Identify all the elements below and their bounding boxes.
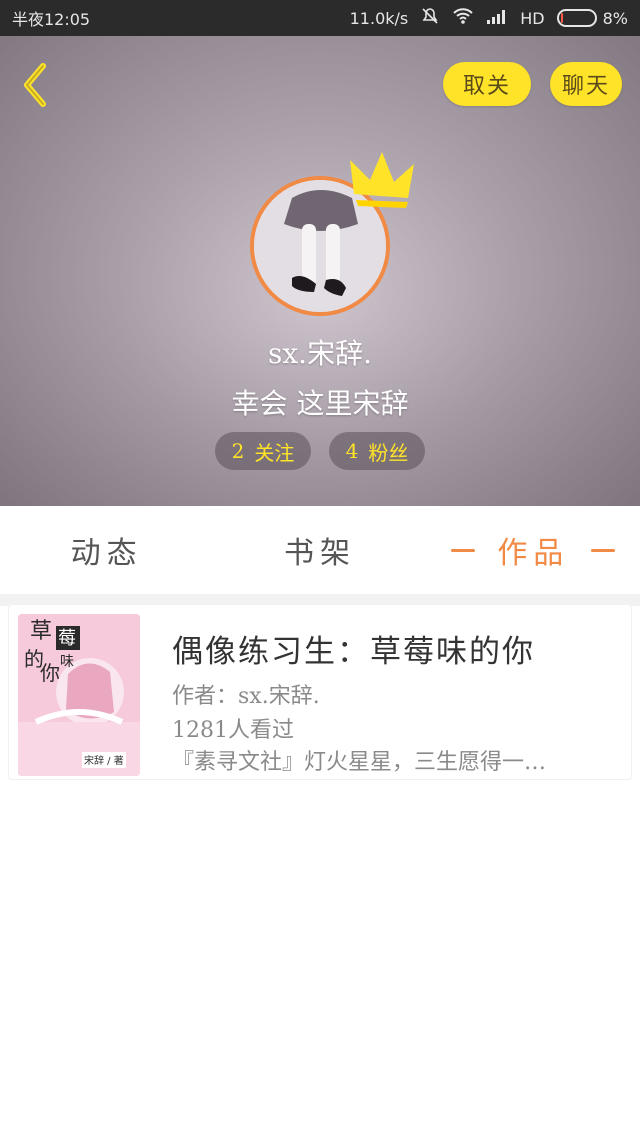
status-left: 半夜12:05 — [12, 6, 90, 30]
avatar-wrap — [250, 152, 414, 316]
battery-percent: 8% — [602, 8, 628, 28]
chat-button[interactable]: 聊天 — [550, 62, 622, 106]
status-time: 半夜12:05 — [12, 10, 91, 29]
profile-header: 取关 聊天 sx.宋辞. 幸会 这里宋辞 2 关注 4 粉丝 — [0, 36, 640, 506]
book-reads: 1281人看过 — [172, 718, 294, 743]
status-bar: 半夜12:05 11.0k/s HD 8% — [0, 0, 640, 36]
back-button[interactable] — [14, 58, 54, 112]
tab-indicator-left — [451, 548, 476, 552]
book-author: 作者：sx.宋辞. — [172, 684, 320, 709]
following-label: 关注 — [254, 440, 295, 465]
signal-icon — [486, 8, 508, 28]
book-cover: 草 莓 味 的 你 宋辞 / 著 — [18, 614, 140, 776]
tab-activity[interactable]: 动态 — [0, 528, 213, 572]
following-count: 2 — [231, 439, 245, 463]
followers-label: 粉丝 — [368, 440, 409, 465]
book-card[interactable]: 草 莓 味 的 你 宋辞 / 著 偶像练习生：草莓味的你 作者：sx.宋辞. 1… — [8, 604, 632, 780]
battery-level — [560, 13, 564, 23]
followers-pill[interactable]: 4 粉丝 — [329, 432, 425, 470]
mute-icon — [420, 6, 440, 30]
cover-badge: 宋辞 / 著 — [84, 754, 124, 767]
bio: 幸会 这里宋辞 — [231, 387, 409, 420]
network-speed: 11.0k/s — [349, 8, 409, 28]
following-pill[interactable]: 2 关注 — [215, 432, 311, 470]
book-description: 『素寻文社』灯火星星，三生愿得一… — [172, 750, 547, 775]
tab-works-label: 作品 — [497, 536, 570, 571]
cover-char-2: 莓 — [58, 628, 76, 649]
tab-bookshelf[interactable]: 书架 — [213, 528, 426, 572]
username: sx.宋辞. — [268, 337, 372, 370]
cover-char-1: 草 — [30, 619, 52, 644]
cover-char-3: 味 — [60, 654, 74, 670]
tab-works[interactable]: 作品 — [427, 528, 640, 572]
content: 草 莓 味 的 你 宋辞 / 著 偶像练习生：草莓味的你 作者：sx.宋辞. 1… — [0, 594, 640, 1138]
tab-indicator-right — [591, 548, 616, 552]
followers-count: 4 — [345, 439, 359, 463]
tab-bar: 动态 书架 作品 — [0, 506, 640, 594]
battery: 8% — [556, 8, 628, 28]
unfollow-button[interactable]: 取关 — [443, 62, 531, 106]
battery-icon — [556, 9, 597, 27]
book-title: 偶像练习生：草莓味的你 — [172, 634, 535, 670]
chevron-left-icon — [24, 63, 46, 107]
crown-icon — [350, 152, 414, 208]
stats: 2 关注 4 粉丝 — [0, 432, 640, 470]
wifi-icon — [452, 7, 474, 29]
cover-char-5: 你 — [40, 661, 60, 685]
book-cover-art: 草 莓 味 的 你 宋辞 / 著 — [18, 614, 140, 776]
status-right: 11.0k/s HD 8% — [350, 6, 628, 30]
network-type: HD — [520, 8, 545, 28]
